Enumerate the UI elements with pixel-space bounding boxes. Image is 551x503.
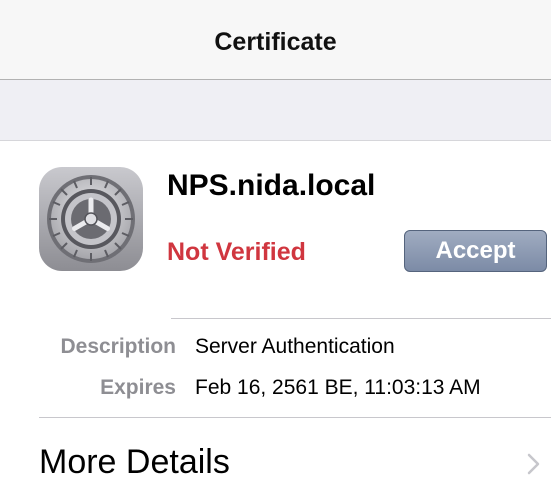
certificate-panel: NPS.nida.local Not Verified Accept Descr…	[0, 141, 551, 503]
detail-row-expires: Expires Feb 16, 2561 BE, 11:03:13 AM	[0, 373, 551, 403]
detail-label: Description	[60, 335, 176, 358]
detail-value: Server Authentication	[195, 335, 395, 358]
navigation-bar: Certificate	[0, 0, 551, 80]
accept-button[interactable]: Accept	[404, 230, 547, 272]
verification-status: Not Verified	[167, 238, 306, 266]
certificate-name: NPS.nida.local	[167, 169, 376, 202]
detail-row-description: Description Server Authentication	[0, 332, 551, 362]
more-details-label: More Details	[39, 443, 230, 481]
divider	[171, 318, 551, 319]
more-details-row[interactable]: More Details	[0, 418, 551, 503]
settings-gear-icon	[39, 167, 143, 271]
chevron-right-icon	[527, 453, 541, 480]
detail-value: Feb 16, 2561 BE, 11:03:13 AM	[195, 376, 481, 399]
section-spacer	[0, 80, 551, 141]
detail-label: Expires	[100, 376, 176, 399]
page-title: Certificate	[214, 28, 337, 56]
